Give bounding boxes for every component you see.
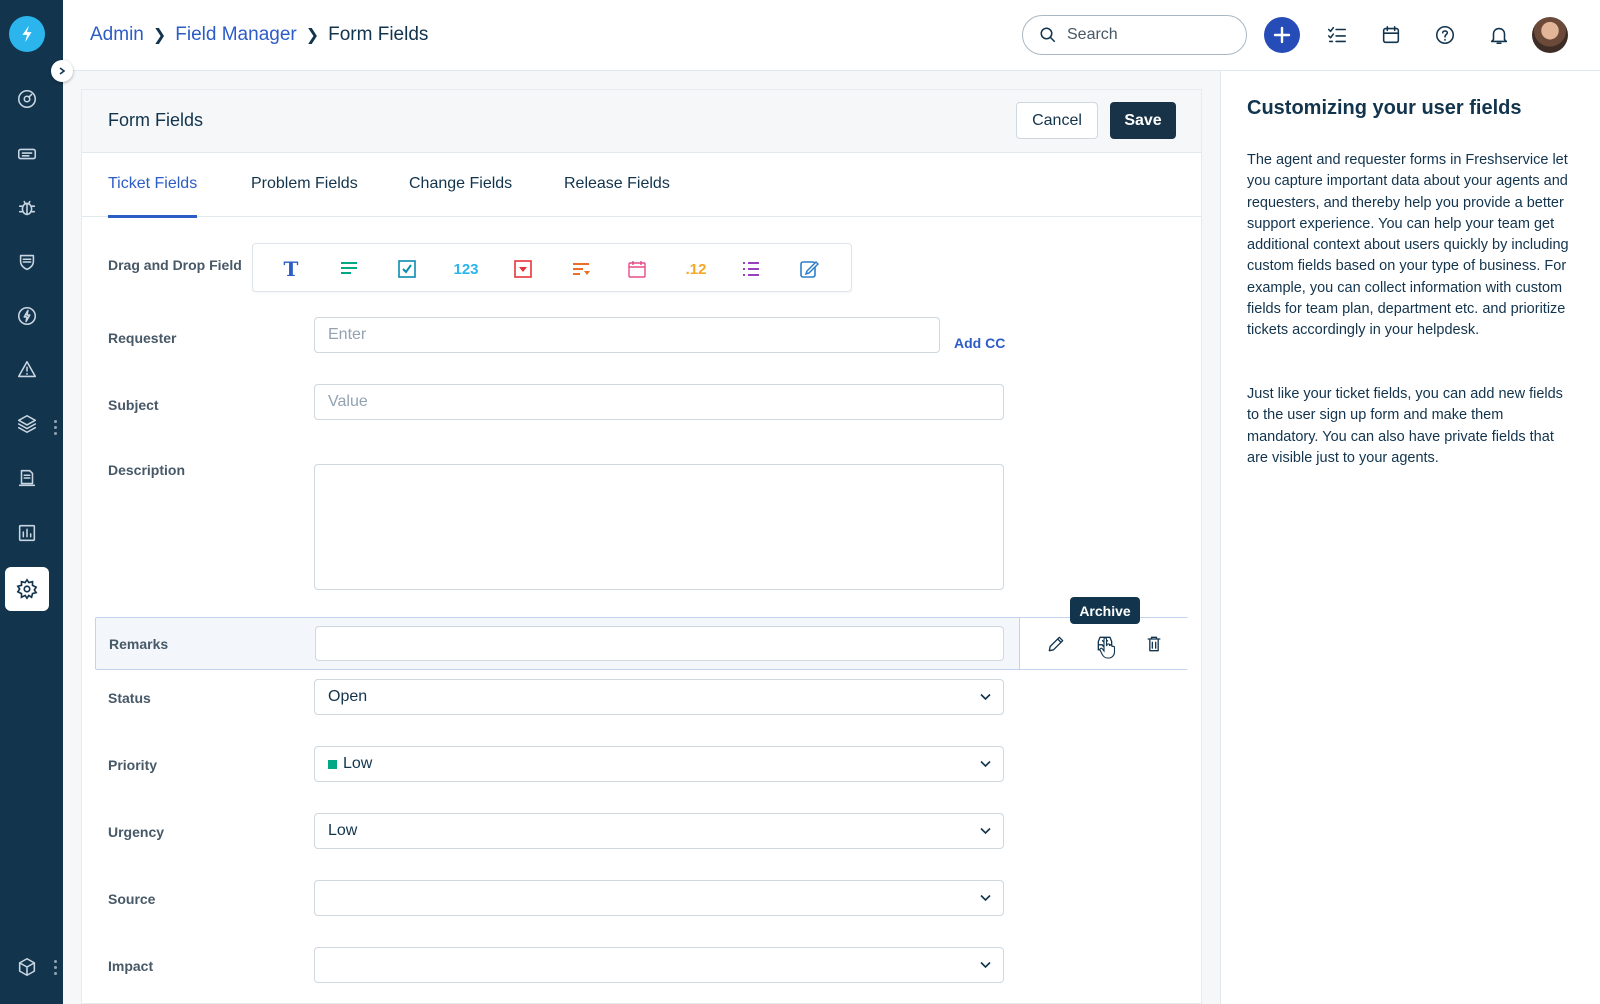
urgency-label: Urgency — [108, 824, 165, 840]
urgency-select[interactable]: Low — [314, 813, 1004, 849]
changes-shield-icon[interactable] — [12, 247, 42, 277]
plus-icon — [1273, 26, 1291, 44]
archive-tooltip: Archive — [1070, 597, 1140, 624]
chevron-down-icon — [980, 827, 991, 835]
releases-bolt-icon[interactable] — [12, 301, 42, 331]
subject-placeholder: Value — [328, 393, 368, 410]
status-label: Status — [108, 690, 151, 706]
problems-bug-icon[interactable] — [12, 193, 42, 223]
reports-chart-icon[interactable] — [12, 518, 42, 548]
chevron-down-icon — [980, 894, 991, 902]
admin-settings-icon[interactable] — [5, 567, 49, 611]
priority-label: Priority — [108, 757, 158, 773]
assets-layers-icon[interactable] — [12, 409, 42, 439]
status-value: Open — [328, 688, 368, 705]
search-icon — [1040, 27, 1056, 43]
field-tabs: Ticket Fields Problem Fields Change Fiel… — [82, 153, 1201, 218]
dependent-field-icon[interactable] — [569, 257, 593, 281]
number-field-icon[interactable]: 123 — [451, 257, 481, 281]
tickets-icon[interactable] — [12, 139, 42, 169]
notification-bell-icon[interactable] — [1486, 22, 1512, 48]
chevron-down-icon — [980, 760, 991, 768]
new-item-button[interactable] — [1264, 17, 1300, 53]
hand-cursor-icon — [1099, 637, 1116, 659]
calendar-icon[interactable] — [1378, 22, 1404, 48]
requester-label: Requester — [108, 330, 177, 346]
chevron-right-icon: ❯ — [152, 27, 167, 44]
chevron-down-icon — [980, 961, 991, 969]
description-textarea[interactable] — [314, 464, 1004, 590]
requester-input[interactable]: Enter — [314, 317, 940, 353]
chevron-down-icon — [980, 693, 991, 701]
breadcrumb-admin-link[interactable]: Admin — [90, 24, 144, 46]
help-paragraph-2: Just like your ticket fields, you can ad… — [1247, 386, 1563, 466]
page-title: Form Fields — [108, 110, 204, 130]
tab-ticket-fields[interactable]: Ticket Fields — [108, 175, 198, 218]
alerts-warning-icon[interactable] — [12, 355, 42, 385]
search-placeholder: Search — [1067, 26, 1118, 43]
urgency-value: Low — [328, 822, 358, 839]
save-button[interactable]: Save — [1110, 102, 1176, 139]
dashboard-icon[interactable] — [12, 84, 42, 114]
remarks-row[interactable]: Remarks — [95, 617, 1189, 670]
add-cc-link[interactable]: Add CC — [954, 335, 1005, 351]
requester-placeholder: Enter — [328, 326, 367, 343]
sidebar — [0, 0, 63, 1004]
impact-select[interactable] — [314, 947, 1004, 983]
source-select[interactable] — [314, 880, 1004, 916]
subject-input[interactable]: Value — [314, 384, 1004, 420]
card-header: Form Fields Cancel Save — [82, 90, 1201, 153]
rich-text-field-icon[interactable] — [797, 257, 821, 281]
todo-checklist-icon[interactable] — [1324, 22, 1350, 48]
drag-drop-label: Drag and Drop Field — [108, 257, 242, 273]
help-panel: Customizing your user fields The agent a… — [1220, 71, 1600, 1004]
source-label: Source — [108, 891, 156, 907]
impact-label: Impact — [108, 958, 154, 974]
priority-color-indicator — [328, 759, 337, 769]
search-input[interactable]: Search — [1022, 15, 1247, 55]
description-label: Description — [108, 462, 186, 478]
user-avatar[interactable] — [1532, 17, 1568, 53]
help-title: Customizing your user fields — [1247, 97, 1522, 119]
date-field-icon[interactable] — [625, 257, 649, 281]
help-paragraph-1: The agent and requester forms in Freshse… — [1247, 152, 1569, 339]
paragraph-field-icon[interactable] — [337, 257, 361, 281]
edit-pencil-icon[interactable] — [1044, 632, 1068, 656]
breadcrumb-field-manager-link[interactable]: Field Manager — [175, 24, 296, 46]
breadcrumb: Admin ❯ Field Manager ❯ Form Fields — [90, 24, 428, 46]
dropdown-field-icon[interactable] — [511, 257, 535, 281]
priority-value: Low — [343, 755, 373, 772]
more-options-icon[interactable] — [54, 420, 57, 436]
field-toolbox: T 123 .12 — [252, 243, 852, 292]
remarks-label: Remarks — [109, 636, 169, 652]
tab-change-fields[interactable]: Change Fields — [409, 175, 512, 215]
delete-trash-icon[interactable] — [1142, 632, 1166, 656]
decimal-field-icon[interactable]: .12 — [681, 257, 711, 281]
chevron-right-icon: ❯ — [305, 27, 320, 44]
expand-sidebar-button[interactable] — [51, 60, 73, 82]
form-fields-card: Form Fields Cancel Save Ticket Fields Pr… — [81, 89, 1202, 1004]
tab-problem-fields[interactable]: Problem Fields — [251, 175, 358, 215]
breadcrumb-current: Form Fields — [328, 24, 429, 45]
cancel-button[interactable]: Cancel — [1016, 102, 1098, 139]
apps-cube-icon[interactable] — [12, 952, 42, 982]
multi-select-field-icon[interactable] — [739, 257, 763, 281]
help-question-icon[interactable] — [1432, 22, 1458, 48]
remarks-input[interactable] — [315, 626, 1004, 661]
checkbox-field-icon[interactable] — [395, 257, 419, 281]
subject-label: Subject — [108, 397, 159, 413]
priority-select[interactable]: Low — [314, 746, 1004, 782]
more-options-icon[interactable] — [54, 960, 57, 976]
tab-release-fields[interactable]: Release Fields — [564, 175, 670, 215]
freshservice-logo-icon[interactable] — [9, 16, 45, 52]
status-select[interactable]: Open — [314, 679, 1004, 715]
topbar: Admin ❯ Field Manager ❯ Form Fields Sear… — [63, 0, 1600, 71]
text-field-icon[interactable]: T — [279, 257, 303, 281]
solutions-book-icon[interactable] — [12, 463, 42, 493]
